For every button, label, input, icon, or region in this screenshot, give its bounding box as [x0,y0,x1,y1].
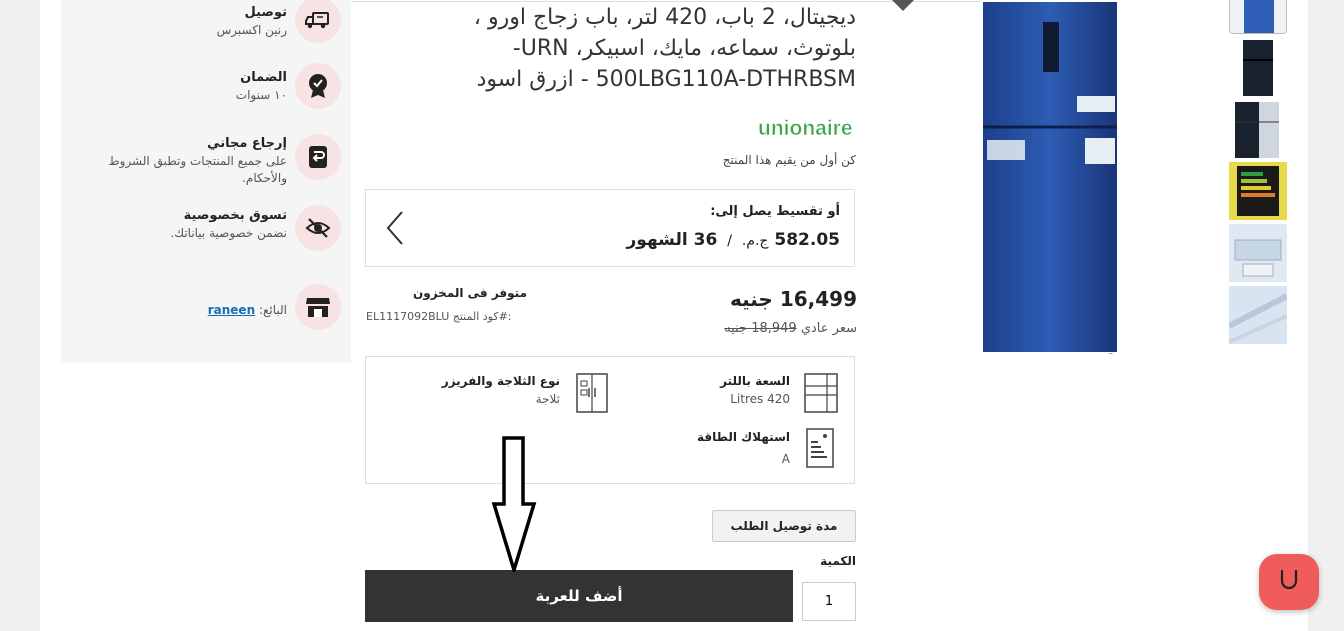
thumbnail[interactable] [1229,38,1287,96]
old-price-label: سعر عادي [800,321,857,336]
thumbnail[interactable] [1229,100,1287,158]
spec-label: استهلاك الطاقة [697,430,790,444]
spec-energy: استهلاك الطاقة A [697,430,790,466]
sku-line: EL1117092BLU كود المنتج#: [366,310,512,323]
spec-value: 420 Litres [730,392,790,406]
installment-box[interactable]: أو تقسيط يصل إلى: 582.05 ج.م. / 36 الشهو… [365,189,855,267]
specs-box: السعة باللتر 420 Litres نوع الثلاجة والف… [365,356,855,484]
seller-line: البائع: raneen [71,302,287,319]
spec-value: ثلاجة [535,392,560,406]
chat-widget-button[interactable] [1259,554,1319,610]
product-title: ديجيتال، 2 باب، 420 لتر، باب زجاج اورو ،… [400,0,856,95]
feature-title: إرجاع مجاني [207,136,287,151]
brand-logo[interactable]: unionaire [756,112,853,142]
installment-months-label: الشهور [626,230,688,250]
sidebar-features: توصيل رنين اكسبرس الضمان ١٠ سنوات إرجاع … [61,0,351,363]
delivery-truck-icon [295,0,341,43]
feature-delivery: توصيل رنين اكسبرس [61,0,351,60]
product-title-line: بلوتوث، سماعه، مايك، اسبيكر، URN- [512,36,856,61]
sku-value: EL1117092BLU [366,310,450,323]
feature-subtitle: على جميع المنتجات وتطبق الشروط والأحكام. [108,154,287,185]
smile-icon [1280,569,1298,590]
installment-currency: ج.م. [741,233,769,249]
seller-label: البائع: [258,303,287,317]
brand-wordmark: unionaire [758,117,852,140]
installment-amount: 582.05 [774,230,840,250]
spec-capacity: السعة باللتر 420 Litres [720,374,790,406]
warranty-badge-icon [295,63,341,109]
seller-link[interactable]: raneen [208,303,255,317]
product-main-image[interactable] [983,0,1118,354]
privacy-eye-off-icon [295,205,341,251]
store-icon [295,284,341,330]
spec-fridge-type: نوع الثلاجة والفريزر ثلاجة [442,374,560,406]
spec-label: نوع الثلاجة والفريزر [441,374,560,388]
chevron-left-icon[interactable] [384,210,406,246]
product-title-line: 500LBG110A-DTHRBSM - ازرق اسود [476,67,856,92]
old-price: 18,949 جنيه [724,321,797,336]
rating-prompt[interactable]: كن أول من يقيم هذا المنتج [723,153,856,167]
feature-warranty: الضمان ١٠ سنوات [61,63,351,123]
quantity-label: الكمية [820,554,856,568]
spec-label: السعة باللتر [720,374,790,388]
feature-privacy: تسوق بخصوصية نضمن خصوصية بياناتك. [61,205,351,265]
energy-label-icon [806,428,834,468]
thumbnail[interactable] [1229,286,1287,344]
delivery-time-button[interactable]: مدة توصيل الطلب [712,510,856,542]
old-price-line: سعر عادي 18,949 جنيه [724,321,857,336]
product-title-line: ديجيتال، 2 باب، 420 لتر، باب زجاج اورو ، [473,5,856,30]
thumbnail[interactable] [1229,162,1287,220]
spec-value: A [781,452,790,466]
feature-title: الضمان [240,70,287,85]
fridge-capacity-icon [804,373,838,413]
arrow-down-icon [491,436,537,572]
seller-info: البائع: raneen [61,284,351,344]
feature-free-return: إرجاع مجاني على جميع المنتجات وتطبق الشر… [61,133,351,193]
feature-subtitle: ١٠ سنوات [235,88,287,102]
feature-title: تسوق بخصوصية [183,208,287,223]
sku-label: كود المنتج#: [452,310,512,323]
feature-title: توصيل [244,5,287,20]
feature-subtitle: رنين اكسبرس [216,23,287,37]
installment-amount-line: 582.05 ج.م. / 36 الشهور [627,230,840,250]
add-to-cart-button[interactable]: أضف للعربة [365,570,793,622]
installment-label: أو تقسيط يصل إلى: [710,204,840,219]
quantity-input[interactable] [802,582,856,621]
thumbnail[interactable] [1229,224,1287,282]
fridge-type-icon [576,373,608,413]
stock-status: متوفر فى المخزون [413,286,528,300]
installment-months: 36 [693,230,718,250]
installment-separator: / [727,233,732,249]
feature-subtitle: نضمن خصوصية بياناتك. [170,226,287,240]
free-return-icon [295,134,341,180]
price: 16,499 جنيه [729,287,857,311]
thumbnail[interactable] [1229,0,1287,34]
dropdown-caret-icon [892,0,914,11]
